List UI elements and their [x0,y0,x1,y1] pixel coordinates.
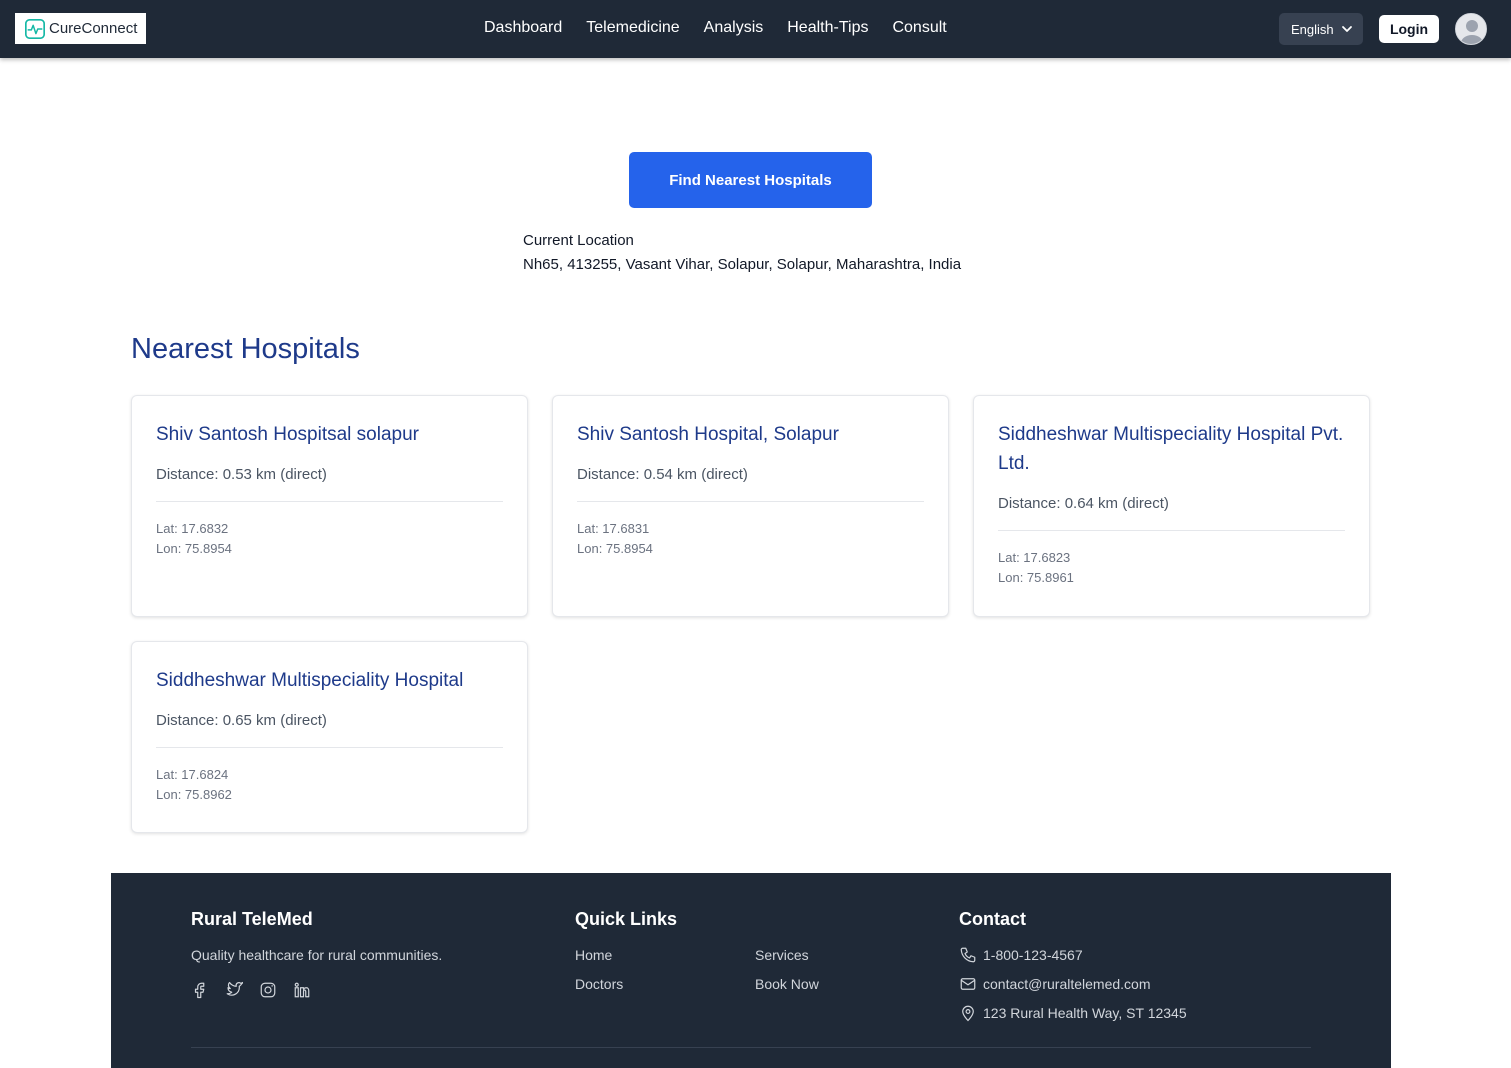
hospital-card[interactable]: Shiv Santosh Hospital, Solapur Distance:… [552,395,949,617]
twitter-icon[interactable] [225,981,243,999]
contact-phone[interactable]: 1-800-123-4567 [983,947,1083,963]
hospital-distance: Distance: 0.53 km (direct) [156,466,327,483]
hospital-card[interactable]: Siddheshwar Multispeciality Hospital Dis… [131,641,528,833]
nav-link-health-tips[interactable]: Health-Tips [787,19,868,37]
mail-icon [960,978,976,990]
login-button[interactable]: Login [1379,15,1439,43]
heartbeat-logo-icon [25,18,45,39]
hospital-longitude: Lon: 75.8961 [998,570,1074,585]
contact-address: 123 Rural Health Way, ST 12345 [983,1005,1187,1021]
hospital-card[interactable]: Siddheshwar Multispeciality Hospital Pvt… [973,395,1370,617]
phone-icon [960,947,976,963]
hospital-longitude: Lon: 75.8954 [156,541,232,556]
hospital-latitude: Lat: 17.6824 [156,767,229,782]
facebook-icon[interactable] [191,981,209,999]
contact-title: Contact [959,909,1026,929]
footer-link-book-now[interactable]: Book Now [755,976,819,992]
hospital-distance: Distance: 0.65 km (direct) [156,712,327,729]
hospital-name: Shiv Santosh Hospitsal solapur [156,424,419,445]
chevron-down-icon [1342,26,1352,32]
nav-link-consult[interactable]: Consult [892,19,946,37]
hospital-longitude: Lon: 75.8962 [156,787,232,802]
quick-links-title: Quick Links [575,909,678,929]
hospital-distance: Distance: 0.54 km (direct) [577,466,748,483]
card-divider [156,747,503,748]
main-nav: Dashboard Telemedicine Analysis Health-T… [484,19,971,37]
brand-name: CureConnect [49,20,138,37]
footer-link-services[interactable]: Services [755,947,809,963]
hospital-name: Siddheshwar Multispeciality Hospital [156,670,464,691]
site-footer: Rural TeleMed Quality healthcare for rur… [111,873,1391,1068]
contact-email[interactable]: contact@ruraltelemed.com [983,976,1151,992]
language-value: English [1291,21,1334,37]
hospital-latitude: Lat: 17.6832 [156,521,229,536]
hospital-latitude: Lat: 17.6831 [577,521,650,536]
current-location-value: Nh65, 413255, Vasant Vihar, Solapur, Sol… [523,256,962,273]
nav-link-telemedicine[interactable]: Telemedicine [586,19,679,37]
card-divider [577,501,924,502]
page-title: Nearest Hospitals [131,333,360,365]
hospital-name: Shiv Santosh Hospital, Solapur [577,424,839,445]
nav-link-dashboard[interactable]: Dashboard [484,19,562,37]
hospital-name: Siddheshwar Multispeciality Hospital Pvt… [998,424,1344,474]
hospital-card[interactable]: Shiv Santosh Hospitsal solapur Distance:… [131,395,528,617]
card-divider [156,501,503,502]
top-navbar: CureConnect Dashboard Telemedicine Analy… [0,0,1511,58]
footer-divider [191,1047,1311,1048]
instagram-icon[interactable] [259,981,277,999]
language-select[interactable]: English [1279,13,1363,45]
hospital-longitude: Lon: 75.8954 [577,541,653,556]
avatar[interactable] [1455,13,1487,45]
linkedin-icon[interactable] [293,981,311,999]
find-nearest-hospitals-button[interactable]: Find Nearest Hospitals [629,152,872,208]
footer-link-home[interactable]: Home [575,947,612,963]
hospital-distance: Distance: 0.64 km (direct) [998,495,1169,512]
brand-logo[interactable]: CureConnect [15,13,146,44]
location-pin-icon [962,1005,974,1022]
nav-link-analysis[interactable]: Analysis [704,19,764,37]
footer-tagline: Quality healthcare for rural communities… [191,947,443,963]
footer-link-doctors[interactable]: Doctors [575,976,623,992]
card-divider [998,530,1345,531]
footer-brand-title: Rural TeleMed [191,909,313,929]
hospital-latitude: Lat: 17.6823 [998,550,1071,565]
current-location-label: Current Location [523,232,634,249]
user-avatar-icon [1456,14,1486,44]
